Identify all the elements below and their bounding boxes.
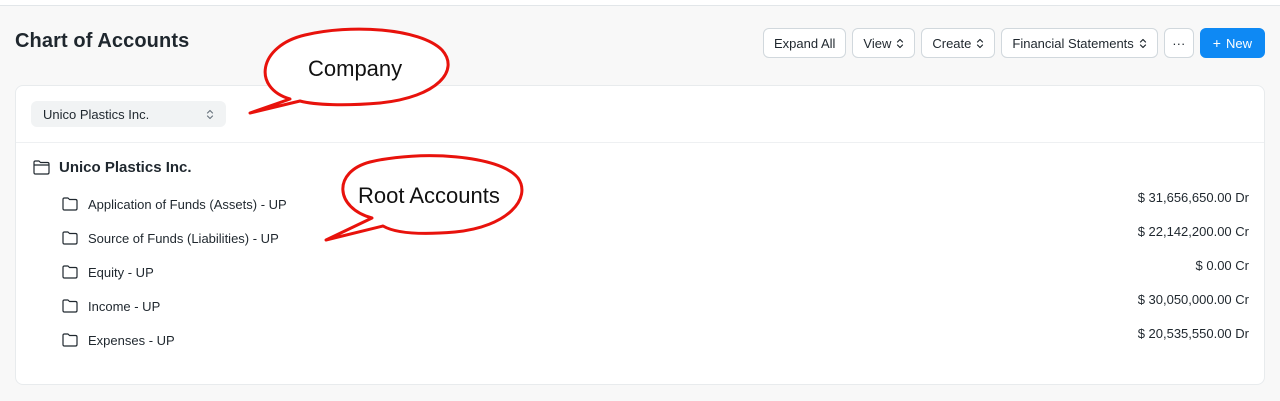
- root-accounts-callout-text: Root Accounts: [358, 183, 500, 208]
- company-callout-text: Company: [308, 56, 403, 81]
- annotation-layer: [248, 27, 524, 242]
